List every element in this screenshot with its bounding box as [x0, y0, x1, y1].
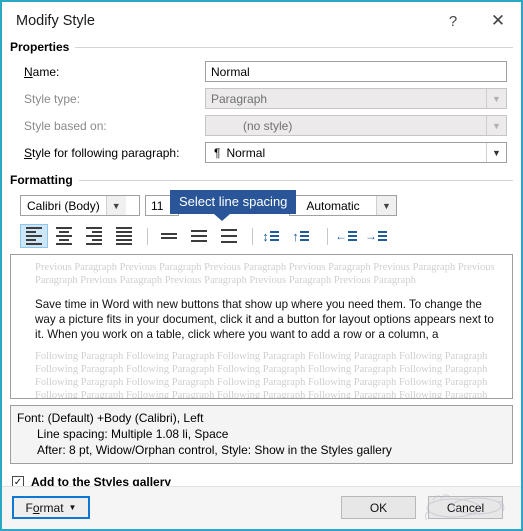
preview-following-paragraph: Following Paragraph Following Paragraph …: [35, 377, 488, 388]
preview-following-paragraph: Following Paragraph Following Paragraph …: [35, 351, 488, 362]
pilcrow-icon: ¶: [214, 145, 221, 160]
dialog-footer: Format ▼ OK Cancel: [2, 486, 521, 529]
align-right-icon[interactable]: [80, 224, 108, 248]
name-row: Name: Normal: [10, 60, 513, 83]
help-icon[interactable]: ?: [431, 2, 475, 40]
font-size-value: 11: [151, 198, 164, 213]
font-controls-row: Calibri (Body) ▼ 11 Automatic ▼ Select l…: [20, 190, 513, 221]
style-following-row: Style for following paragraph: ¶ Normal …: [10, 141, 513, 164]
properties-divider: [10, 47, 513, 48]
name-value: Normal: [211, 64, 250, 79]
style-based-on-select: (no style) ▼: [205, 115, 507, 136]
close-icon[interactable]: ✕: [475, 2, 521, 40]
properties-group-header: Properties: [10, 40, 513, 56]
font-color-value: Automatic: [306, 198, 360, 213]
paragraph-toolbar: ↕ ↑ ← →: [20, 223, 513, 249]
formatting-group-header: Formatting: [10, 173, 513, 189]
properties-group-label: Properties: [10, 40, 76, 54]
line-spacing-tooltip: Select line spacing: [170, 190, 297, 221]
style-based-on-label: Style based on:: [24, 118, 107, 133]
align-center-icon[interactable]: [50, 224, 78, 248]
line-spacing-1-5-icon[interactable]: [185, 224, 213, 248]
font-name-value: Calibri (Body): [27, 198, 100, 213]
preview-previous-paragraph: Previous Paragraph Previous Paragraph Pr…: [35, 262, 495, 286]
toolbar-separator: [252, 227, 253, 245]
align-left-icon[interactable]: [20, 224, 48, 248]
chevron-down-icon[interactable]: ▼: [486, 143, 506, 162]
chevron-down-icon: ▼: [486, 116, 506, 135]
chevron-down-icon: ▼: [486, 89, 506, 108]
title-bar-buttons: ? ✕: [431, 2, 521, 40]
modify-style-dialog: Modify Style ? ✕ Properties Name: Normal…: [0, 0, 523, 531]
align-justify-icon[interactable]: [110, 224, 138, 248]
increase-indent-icon[interactable]: →: [365, 224, 393, 248]
ok-button[interactable]: OK: [341, 496, 416, 519]
style-based-on-value: (no style): [243, 118, 293, 133]
style-type-label: Style type:: [24, 91, 81, 106]
font-name-select[interactable]: Calibri (Body) ▼: [20, 195, 140, 216]
style-following-select[interactable]: ¶ Normal ▼: [205, 142, 507, 163]
toolbar-separator: [147, 227, 148, 245]
format-button-label: Format: [25, 500, 64, 515]
description-line-3: After: 8 pt, Widow/Orphan control, Style…: [37, 443, 392, 457]
chevron-down-icon[interactable]: ▼: [105, 196, 126, 215]
name-label: Name:: [24, 64, 60, 79]
line-spacing-single-icon[interactable]: [155, 224, 183, 248]
style-based-on-row: Style based on: (no style) ▼: [10, 114, 513, 137]
toolbar-separator: [327, 227, 328, 245]
style-following-label: Style for following paragraph:: [24, 145, 180, 160]
line-spacing-double-icon[interactable]: [215, 224, 243, 248]
description-line-2: Line spacing: Multiple 1.08 li, Space: [37, 427, 229, 441]
properties-group: Properties Name: Normal Style type: Para…: [10, 40, 513, 164]
style-type-row: Style type: Paragraph ▼: [10, 87, 513, 110]
preview-following-paragraph: Following Paragraph Following Paragraph …: [35, 390, 488, 399]
cancel-button[interactable]: Cancel: [428, 496, 503, 519]
format-button[interactable]: Format ▼: [12, 496, 90, 519]
description-line-1: Font: (Default) +Body (Calibri), Left: [17, 411, 204, 425]
style-following-value: Normal: [226, 145, 266, 160]
decrease-paragraph-spacing-icon[interactable]: ↑: [290, 224, 318, 248]
title-bar: Modify Style ? ✕: [2, 2, 521, 40]
name-input[interactable]: Normal: [205, 61, 507, 82]
style-type-value: Paragraph: [211, 91, 268, 106]
style-description: Font: (Default) +Body (Calibri), Left Li…: [10, 405, 513, 464]
font-color-select[interactable]: Automatic ▼: [289, 195, 397, 216]
caret-down-icon: ▼: [68, 503, 77, 512]
chevron-down-icon[interactable]: ▼: [376, 196, 396, 215]
formatting-divider: [10, 180, 513, 181]
formatting-group: Formatting Calibri (Body) ▼ 11 Automatic…: [10, 173, 513, 249]
page-title: Modify Style: [16, 13, 95, 29]
preview-following-paragraph: Following Paragraph Following Paragraph …: [35, 364, 488, 375]
preview-sample-text: Save time in Word with new buttons that …: [35, 298, 494, 341]
increase-paragraph-spacing-icon[interactable]: ↕: [260, 224, 288, 248]
style-preview-pane: Previous Paragraph Previous Paragraph Pr…: [10, 254, 513, 399]
decrease-indent-icon[interactable]: ←: [335, 224, 363, 248]
style-type-select: Paragraph ▼: [205, 88, 507, 109]
formatting-group-label: Formatting: [10, 173, 79, 187]
